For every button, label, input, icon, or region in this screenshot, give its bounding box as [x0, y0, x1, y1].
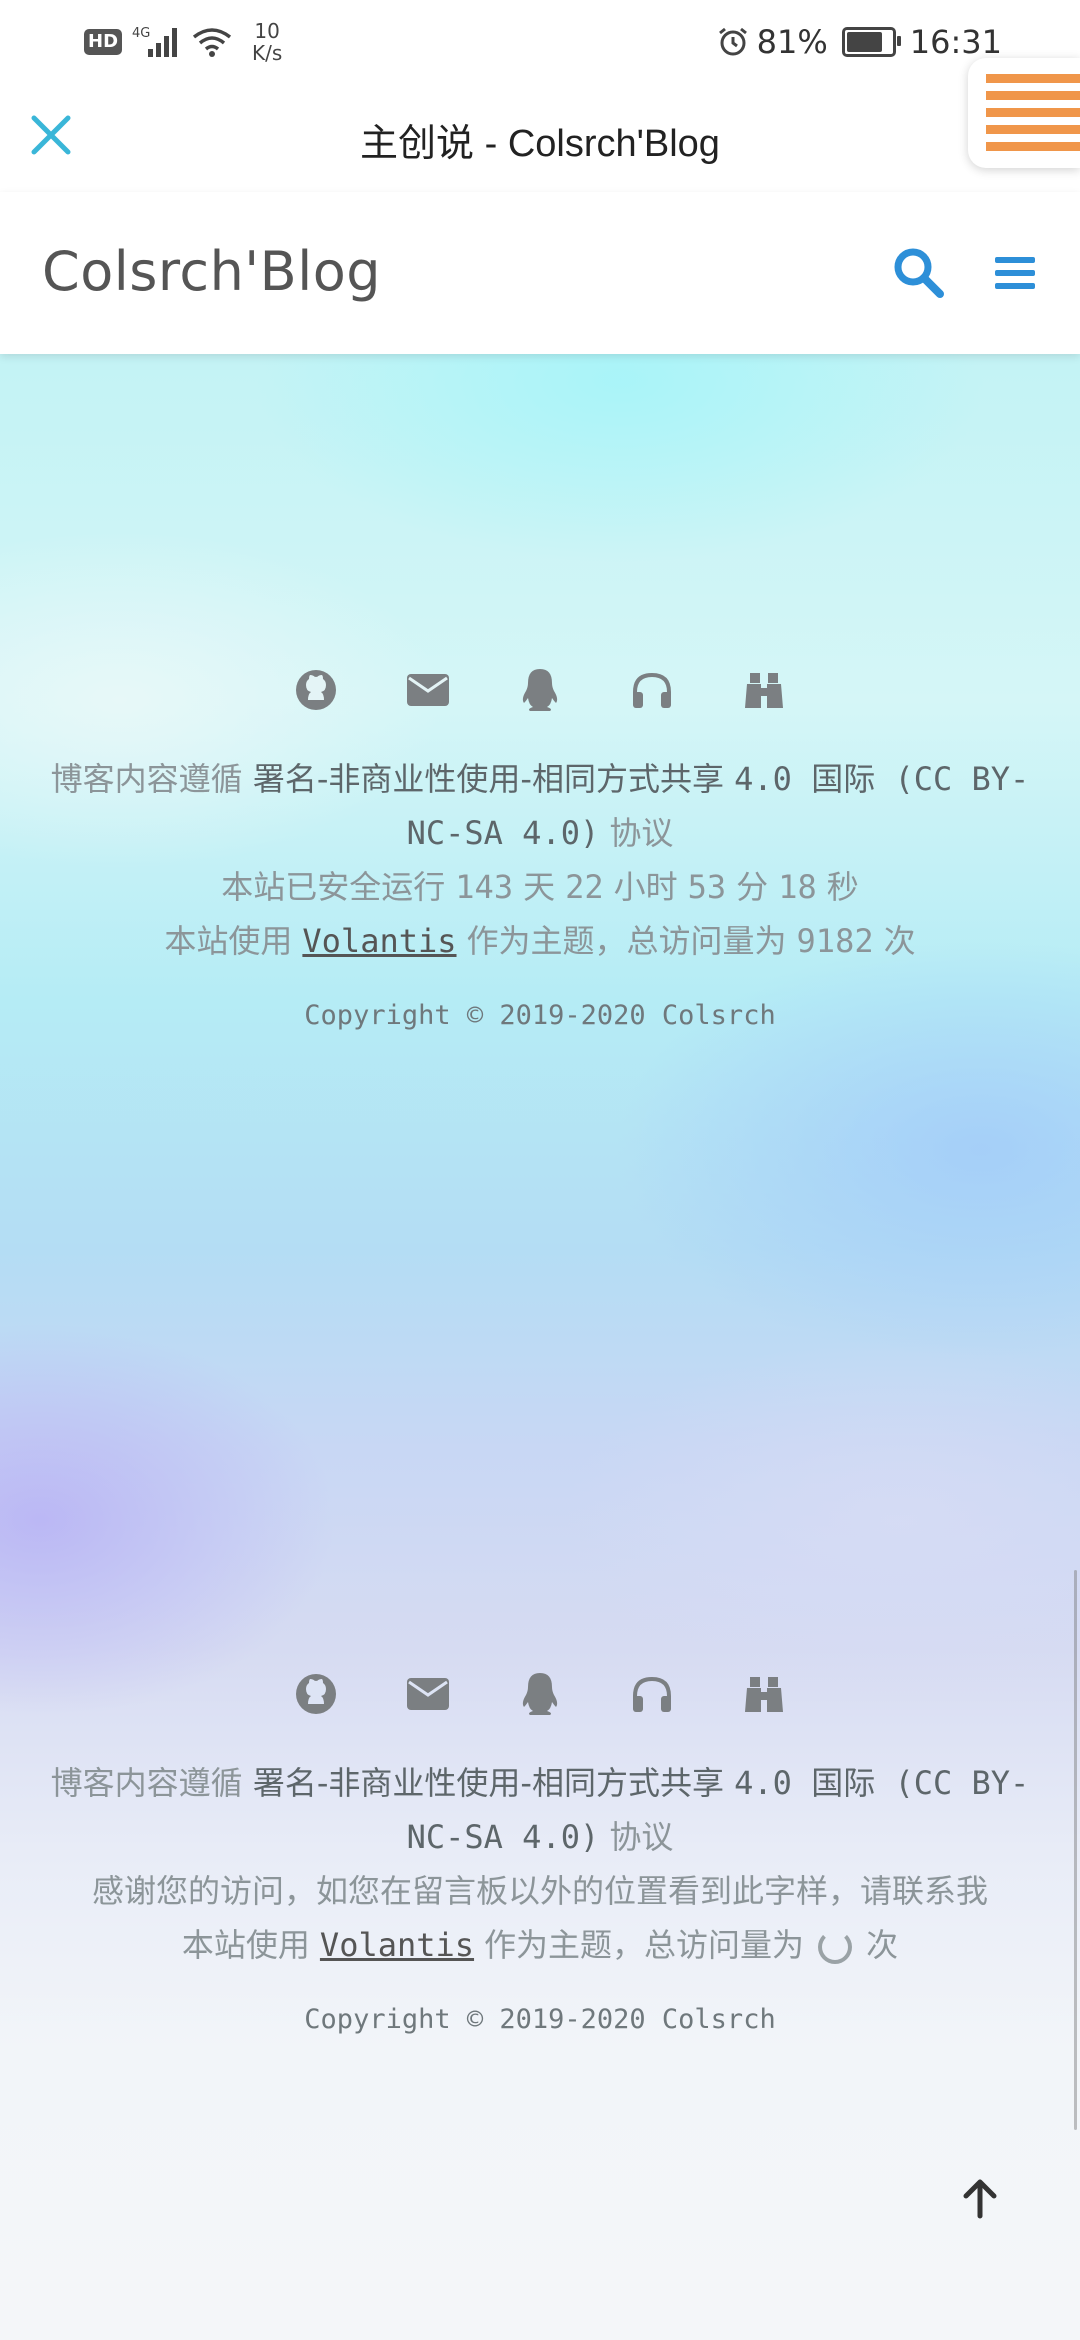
- email-icon[interactable]: [397, 1663, 459, 1725]
- license-notice: 博客内容遵循 署名-非商业性使用-相同方式共享 4.0 国际 (CC BY-NC…: [50, 1764, 1030, 1856]
- cellular-signal-icon: 4G: [132, 26, 178, 57]
- volantis-link[interactable]: Volantis: [320, 1926, 474, 1964]
- browser-toolbar: 主创说 - Colsrch'Blog: [0, 84, 1080, 192]
- battery-percent: 81%: [756, 23, 828, 61]
- footer-block-1: 博客内容遵循 署名-非商业性使用-相同方式共享 4.0 国际 (CC BY-NC…: [0, 660, 1080, 1031]
- headphones-icon[interactable]: [621, 659, 683, 721]
- copyright: Copyright © 2019-2020 Colsrch: [304, 1000, 776, 1031]
- search-icon[interactable]: [890, 244, 946, 300]
- email-icon[interactable]: [397, 659, 459, 721]
- network-speed: 10 K/s: [252, 19, 283, 65]
- menu-icon[interactable]: [992, 250, 1038, 296]
- clock: 16:31: [909, 23, 1002, 61]
- visit-count: 9182: [796, 922, 874, 960]
- svg-text:4G: 4G: [132, 26, 150, 41]
- battery-icon: [841, 27, 901, 57]
- theme-line: 本站使用 Volantis 作为主题，总访问量为 9182 次: [164, 922, 916, 960]
- social-links: [0, 1664, 1080, 1724]
- uptime-line: 本站已安全运行 143 天 22 小时 53 分 18 秒: [221, 868, 859, 906]
- github-icon[interactable]: [285, 659, 347, 721]
- qq-icon[interactable]: [509, 1663, 571, 1725]
- social-links: [0, 660, 1080, 720]
- github-icon[interactable]: [285, 1663, 347, 1725]
- browser-page-title: 主创说 - Colsrch'Blog: [360, 123, 720, 165]
- back-to-top-icon[interactable]: [958, 2176, 1002, 2220]
- volantis-link[interactable]: Volantis: [302, 922, 456, 960]
- status-bar: HD 4G 10 K/s 81% 16:31: [0, 0, 1080, 84]
- thanks-line: 感谢您的访问，如您在留言板以外的位置看到此字样，请联系我: [91, 1872, 988, 1910]
- headphones-icon[interactable]: [621, 1663, 683, 1725]
- binoculars-icon[interactable]: [733, 1663, 795, 1725]
- qq-icon[interactable]: [509, 659, 571, 721]
- footer-block-2: 博客内容遵循 署名-非商业性使用-相同方式共享 4.0 国际 (CC BY-NC…: [0, 1664, 1080, 2035]
- site-header: Colsrch'Blog: [0, 192, 1080, 354]
- loading-spinner-icon: [818, 1930, 853, 1964]
- alarm-icon: [718, 27, 747, 56]
- copyright: Copyright © 2019-2020 Colsrch: [304, 2004, 776, 2035]
- license-notice: 博客内容遵循 署名-非商业性使用-相同方式共享 4.0 国际 (CC BY-NC…: [50, 760, 1030, 852]
- wifi-icon: [192, 28, 232, 57]
- hd-badge: HD: [84, 29, 123, 55]
- site-logo[interactable]: Colsrch'Blog: [42, 240, 381, 303]
- scrollbar[interactable]: [1074, 1570, 1077, 2130]
- theme-line: 本站使用 Volantis 作为主题，总访问量为次: [181, 1926, 899, 1964]
- binoculars-icon[interactable]: [733, 659, 795, 721]
- floating-menu-button[interactable]: [968, 58, 1080, 168]
